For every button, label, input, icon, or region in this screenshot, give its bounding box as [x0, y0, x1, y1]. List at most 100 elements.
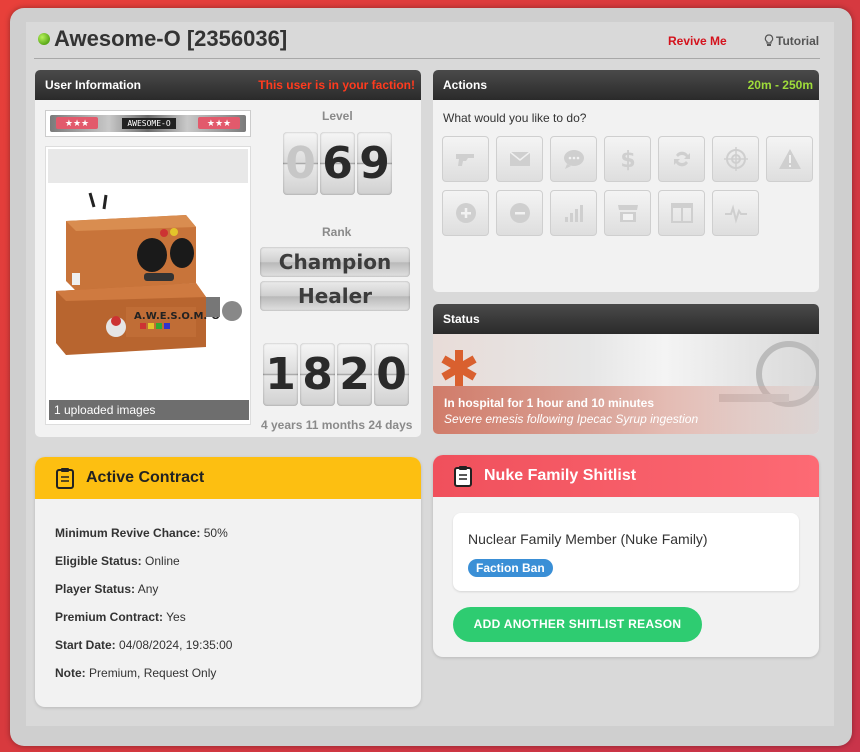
bounty-button[interactable]	[712, 136, 759, 182]
account-age: 4 years 11 months 24 days	[261, 418, 413, 432]
active-contract-card: Active Contract Minimum Revive Chance: 5…	[35, 457, 421, 707]
report-button[interactable]	[766, 136, 813, 182]
level-digit: 6	[320, 132, 355, 195]
user-honor-banner[interactable]: ★★★ AWESOME-O ★★★	[45, 110, 251, 137]
image-caption: 1 uploaded images	[49, 400, 249, 420]
robot-avatar: A.W.E.S.O.M.-O	[56, 192, 242, 355]
banner-stars-left: ★★★	[56, 117, 98, 129]
contract-row-label: Minimum Revive Chance:	[55, 526, 201, 540]
contract-row-label: Eligible Status:	[55, 554, 142, 568]
hospital-icon	[441, 350, 477, 386]
dollar-icon: $	[620, 148, 635, 172]
page-title: Awesome-O [2356036]	[54, 26, 288, 51]
active-contract-header: Active Contract	[35, 457, 421, 499]
trade-icon	[673, 151, 690, 167]
status-title: In hospital for 1 hour and 10 minutes	[444, 396, 655, 410]
bazaar-button[interactable]	[604, 190, 651, 236]
card-title: Active Contract	[86, 469, 205, 486]
level-digit: 9	[357, 132, 392, 195]
stats-icon	[564, 205, 583, 222]
contract-row-label: Player Status:	[55, 582, 136, 596]
mail-icon	[509, 151, 530, 166]
user-information-header: User Information This user is in your fa…	[35, 70, 421, 100]
actions-header: Actions 20m - 250m	[433, 70, 819, 100]
plus-icon	[455, 203, 476, 223]
panel-title: Status	[443, 312, 480, 326]
contract-row-label: Note:	[55, 666, 86, 680]
card-title: Nuke Family Shitlist	[484, 467, 637, 484]
lightbulb-icon	[764, 34, 774, 46]
age-digit: 1	[263, 343, 298, 406]
attack-button[interactable]	[442, 136, 489, 182]
age-digit: 8	[300, 343, 335, 406]
contract-row-value: Any	[137, 582, 159, 596]
banner-name: AWESOME-O	[122, 118, 176, 129]
minus-icon	[509, 203, 530, 223]
faction-ban-badge: Faction Ban	[468, 559, 553, 577]
add-enemy-button[interactable]	[496, 190, 543, 236]
contract-row-value: 04/08/2024, 19:35:00	[119, 638, 233, 652]
display-case-button[interactable]	[658, 190, 705, 236]
revive-cost: 20m - 250m	[747, 78, 813, 92]
age-counter: 1 8 2 0	[263, 343, 409, 406]
age-digit: 2	[337, 343, 372, 406]
level-label: Level	[322, 109, 353, 123]
contract-row: Note: Premium, Request Only	[55, 666, 216, 680]
rank-primary: Champion	[260, 247, 410, 277]
add-shitlist-reason-button[interactable]: ADD ANOTHER SHITLIST REASON	[453, 607, 702, 642]
send-message-button[interactable]	[496, 136, 543, 182]
contract-row-value: 50%	[203, 526, 228, 540]
revive-activity-button[interactable]	[712, 190, 759, 236]
contract-row: Premium Contract: Yes	[55, 610, 186, 624]
contract-row: Eligible Status: Online	[55, 554, 180, 568]
shitlist-entry[interactable]: Nuclear Family Member (Nuke Family) Fact…	[453, 513, 799, 591]
user-information-panel: User Information This user is in your fa…	[35, 70, 421, 437]
panel-title: User Information	[45, 78, 142, 92]
status-panel: Status In hospital for 1 hour and 10 min…	[433, 304, 819, 434]
contract-row-label: Start Date:	[55, 638, 116, 652]
profile-image[interactable]: A.W.E.S.O.M.-O 1 uploaded images	[45, 146, 251, 425]
status-background: In hospital for 1 hour and 10 minutes Se…	[433, 334, 819, 434]
shitlist-header: Nuke Family Shitlist	[433, 455, 819, 497]
contract-row: Start Date: 04/08/2024, 19:35:00	[55, 638, 232, 652]
warning-icon	[778, 149, 801, 169]
rank-secondary: Healer	[260, 281, 410, 311]
shitlist-card: Nuke Family Shitlist Nuclear Family Memb…	[433, 455, 819, 657]
shitlist-entry-name: Nuclear Family Member (Nuke Family)	[468, 531, 708, 547]
contract-row-value: Yes	[166, 610, 186, 624]
display-icon	[670, 203, 693, 223]
profile-header: Awesome-O [2356036] Revive Me Tutorial	[34, 24, 820, 59]
contract-row-value: Premium, Request Only	[89, 666, 217, 680]
pulse-icon	[724, 204, 747, 224]
contract-row: Minimum Revive Chance: 50%	[55, 526, 228, 540]
status-description: Severe emesis following Ipecac Syrup ing…	[444, 412, 699, 426]
actions-panel: Actions 20m - 250m What would you like t…	[433, 70, 819, 292]
tutorial-label: Tutorial	[776, 34, 820, 48]
contract-row-label: Premium Contract:	[55, 610, 164, 624]
age-digit: 0	[374, 343, 409, 406]
revive-me-link[interactable]: Revive Me	[668, 34, 727, 48]
online-status-icon	[38, 33, 50, 45]
personal-stats-button[interactable]	[550, 190, 597, 236]
clipboard-icon	[56, 468, 74, 489]
shop-icon	[617, 205, 638, 222]
actions-prompt: What would you like to do?	[443, 111, 587, 125]
trade-button[interactable]	[658, 136, 705, 182]
level-counter: 0 6 9	[283, 132, 392, 195]
chat-icon	[563, 150, 584, 169]
tutorial-link[interactable]: Tutorial	[764, 34, 819, 48]
contract-row-value: Online	[145, 554, 180, 568]
contract-row: Player Status: Any	[55, 582, 158, 596]
target-icon	[723, 147, 748, 171]
banner-stars-right: ★★★	[198, 117, 240, 129]
status-overlay	[433, 386, 819, 434]
add-friend-button[interactable]	[442, 190, 489, 236]
svg-text:$: $	[620, 148, 635, 172]
send-money-button[interactable]: $	[604, 136, 651, 182]
image-top-strip	[48, 149, 248, 183]
banner-plate: ★★★ AWESOME-O ★★★	[50, 115, 246, 132]
chat-button[interactable]	[550, 136, 597, 182]
gun-icon	[455, 154, 474, 166]
level-digit: 0	[283, 132, 318, 195]
status-header: Status	[433, 304, 819, 334]
